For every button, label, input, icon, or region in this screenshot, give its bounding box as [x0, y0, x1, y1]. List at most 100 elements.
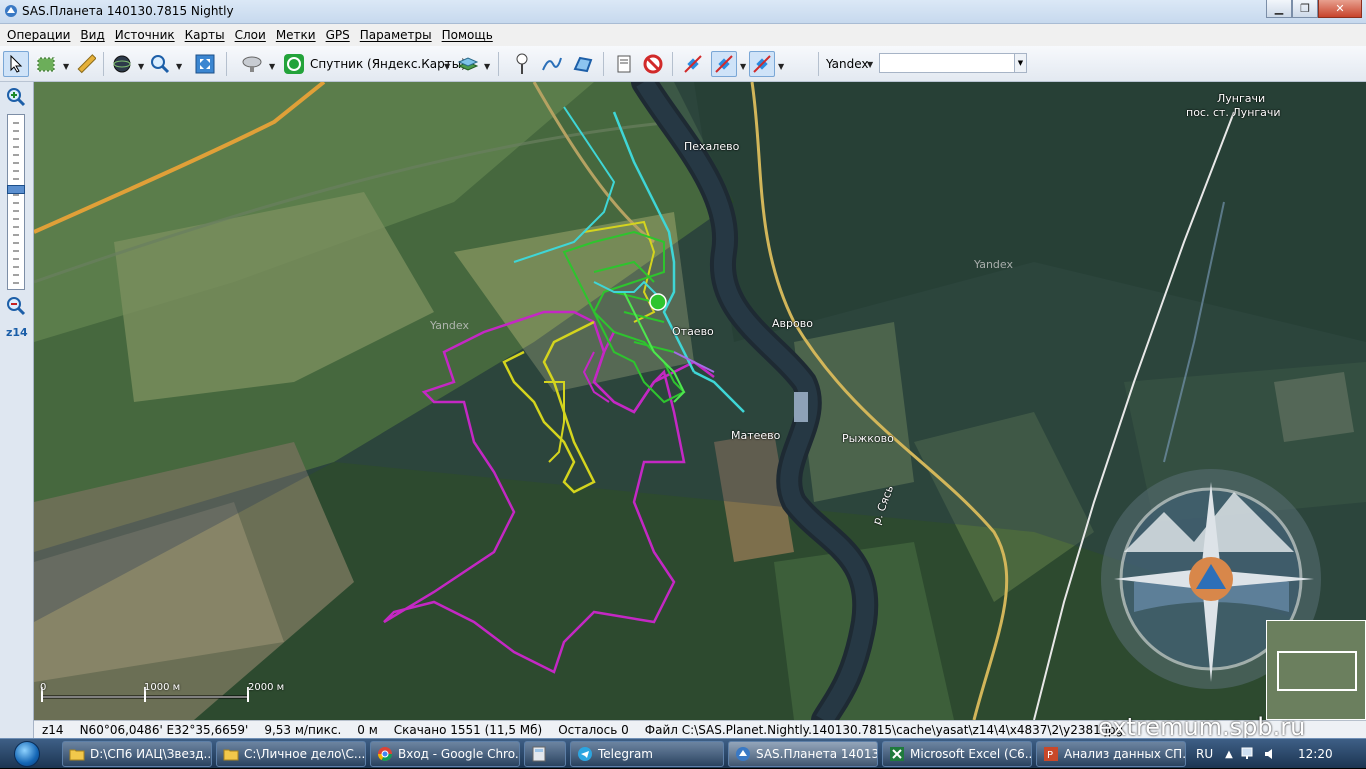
- map-label-otaevo: Отаево: [672, 325, 714, 338]
- main-toolbar: ▼ ▼ ▼ ▼ Спутник (Яндекс.Карты) ▼ ▼ ▼ ▼ Y…: [0, 46, 1366, 82]
- chevron-down-icon[interactable]: ▼: [740, 62, 746, 71]
- map-source-label[interactable]: Спутник (Яндекс.Карты): [310, 57, 466, 71]
- select-area-button[interactable]: [34, 51, 60, 77]
- taskbar-item-sasplanet[interactable]: SAS.Планета 14013...: [728, 741, 878, 767]
- zoom-slider-thumb[interactable]: [7, 185, 25, 194]
- folder-icon: [69, 749, 85, 761]
- calculator-icon: [532, 746, 546, 762]
- status-elevation: 0 м: [357, 722, 378, 737]
- chevron-down-icon[interactable]: ▼: [444, 62, 450, 71]
- language-indicator[interactable]: RU: [1196, 747, 1213, 761]
- taskbar-item-label: Telegram: [598, 747, 653, 761]
- chevron-down-icon[interactable]: ▼: [778, 62, 784, 71]
- tray-expand-icon[interactable]: ▲: [1225, 749, 1233, 760]
- taskbar-item-powerpoint[interactable]: P Анализ данных СП...: [1036, 741, 1186, 767]
- menu-parameters[interactable]: Параметры: [355, 28, 437, 42]
- layers-icon: [457, 57, 479, 71]
- zoom-level-label: z14: [6, 326, 28, 339]
- satellite-button[interactable]: [240, 51, 266, 77]
- minimap[interactable]: [1266, 620, 1366, 720]
- search-provider-label[interactable]: Yandex: [826, 57, 869, 71]
- zoom-ticks: [13, 122, 19, 284]
- window-title: SAS.Планета 140130.7815 Nightly: [22, 4, 234, 18]
- satellite-imagery: [34, 82, 1366, 720]
- excel-icon: [890, 747, 904, 761]
- fullscreen-button[interactable]: [192, 51, 218, 77]
- menu-gps[interactable]: GPS: [321, 28, 355, 42]
- gps-center-button[interactable]: [749, 51, 775, 77]
- zoom-out-icon[interactable]: [6, 296, 26, 316]
- maximize-button[interactable]: ❐: [1292, 0, 1318, 18]
- status-file: Файл C:\SAS.Planet.Nightly.140130.7815\c…: [644, 722, 1124, 737]
- taskbar-item-explorer-1[interactable]: D:\СП6 ИАЦ\Звезд...: [62, 741, 212, 767]
- add-path-button[interactable]: [539, 51, 565, 77]
- minimap-viewport-frame[interactable]: [1277, 651, 1357, 691]
- layers-button[interactable]: [455, 51, 481, 77]
- menu-view[interactable]: Вид: [75, 28, 109, 42]
- globe-icon: [113, 55, 131, 73]
- taskbar-item-label: C:\Личное дело\С...: [244, 747, 366, 761]
- app-window: SAS.Планета 140130.7815 Nightly ▁ ❐ ✕ Оп…: [0, 0, 1366, 738]
- status-downloaded: Скачано 1551 (11,5 Мб): [393, 722, 543, 737]
- menu-help[interactable]: Помощь: [437, 28, 498, 42]
- chevron-down-icon[interactable]: ▼: [867, 60, 873, 69]
- add-polygon-button[interactable]: [570, 51, 596, 77]
- minimize-button[interactable]: ▁: [1266, 0, 1292, 18]
- chevron-down-icon[interactable]: ▼: [1014, 54, 1026, 72]
- gps-track-button[interactable]: [711, 51, 737, 77]
- gps-connect-button[interactable]: [680, 51, 706, 77]
- gps-center-icon: [753, 55, 771, 73]
- taskbar-item-chrome[interactable]: Вход - Google Chro...: [370, 741, 520, 767]
- ruler-button[interactable]: [73, 51, 99, 77]
- menu-maps[interactable]: Карты: [180, 28, 230, 42]
- add-placemark-button[interactable]: [509, 51, 535, 77]
- app-icon: [5, 5, 17, 17]
- taskbar-item-excel[interactable]: Microsoft Excel (C6...: [882, 741, 1032, 767]
- taskbar-item-explorer-2[interactable]: C:\Личное дело\С...: [216, 741, 366, 767]
- chevron-down-icon[interactable]: ▼: [63, 62, 69, 71]
- telegram-icon: [578, 747, 592, 761]
- menu-operations[interactable]: Операции: [2, 28, 75, 42]
- pin-icon: [516, 53, 528, 74]
- zoom-search-button[interactable]: [147, 51, 173, 77]
- window-controls: ▁ ❐ ✕: [1266, 0, 1362, 18]
- start-button[interactable]: [2, 739, 52, 769]
- chevron-down-icon[interactable]: ▼: [176, 62, 182, 71]
- pointer-tool-button[interactable]: [3, 51, 29, 77]
- marks-manager-button[interactable]: [611, 51, 637, 77]
- ruler-icon: [77, 54, 96, 74]
- globe-button[interactable]: [109, 51, 135, 77]
- chevron-down-icon[interactable]: ▼: [484, 62, 490, 71]
- close-button[interactable]: ✕: [1318, 0, 1362, 18]
- volume-icon[interactable]: [1263, 747, 1279, 761]
- zoom-in-icon[interactable]: [6, 87, 26, 107]
- map-source-icon-button[interactable]: [281, 51, 307, 77]
- hide-marks-button[interactable]: [640, 51, 666, 77]
- chevron-down-icon[interactable]: ▼: [138, 62, 144, 71]
- map-label-lungachi: Лунгачи: [1217, 92, 1266, 105]
- menu-layers[interactable]: Слои: [230, 28, 271, 42]
- zoom-sidebar: z14: [0, 82, 34, 738]
- taskbar: D:\СП6 ИАЦ\Звезд... C:\Личное дело\С... …: [0, 738, 1366, 768]
- zoom-slider[interactable]: [7, 114, 25, 290]
- map-watermark-yandex: Yandex: [430, 319, 469, 332]
- polygon-icon: [573, 56, 593, 73]
- menu-source[interactable]: Источник: [110, 28, 180, 42]
- taskbar-item-telegram[interactable]: Telegram: [570, 741, 724, 767]
- map-watermark-yandex: Yandex: [974, 258, 1013, 271]
- system-tray: RU ▲: [1196, 739, 1279, 769]
- title-bar[interactable]: SAS.Планета 140130.7815 Nightly ▁ ❐ ✕: [0, 0, 1366, 24]
- gps-position-marker[interactable]: [649, 293, 667, 311]
- menu-bar: Операции Вид Источник Карты Слои Метки G…: [0, 24, 1366, 46]
- network-icon[interactable]: [1241, 747, 1257, 761]
- search-input[interactable]: ▼: [879, 53, 1027, 73]
- clock[interactable]: 12:20: [1298, 747, 1333, 761]
- magnifier-icon: [151, 55, 170, 74]
- taskbar-item-label: Анализ данных СП...: [1064, 747, 1186, 761]
- taskbar-item-calculator[interactable]: [524, 741, 566, 767]
- menu-marks[interactable]: Метки: [271, 28, 321, 42]
- chevron-down-icon[interactable]: ▼: [269, 62, 275, 71]
- map-label-pekhalevo: Пехалево: [684, 140, 740, 153]
- map-view[interactable]: Лунгачи пос. ст. Лунгачи Пехалево Отаево…: [34, 82, 1366, 720]
- status-zoom: z14: [42, 722, 64, 737]
